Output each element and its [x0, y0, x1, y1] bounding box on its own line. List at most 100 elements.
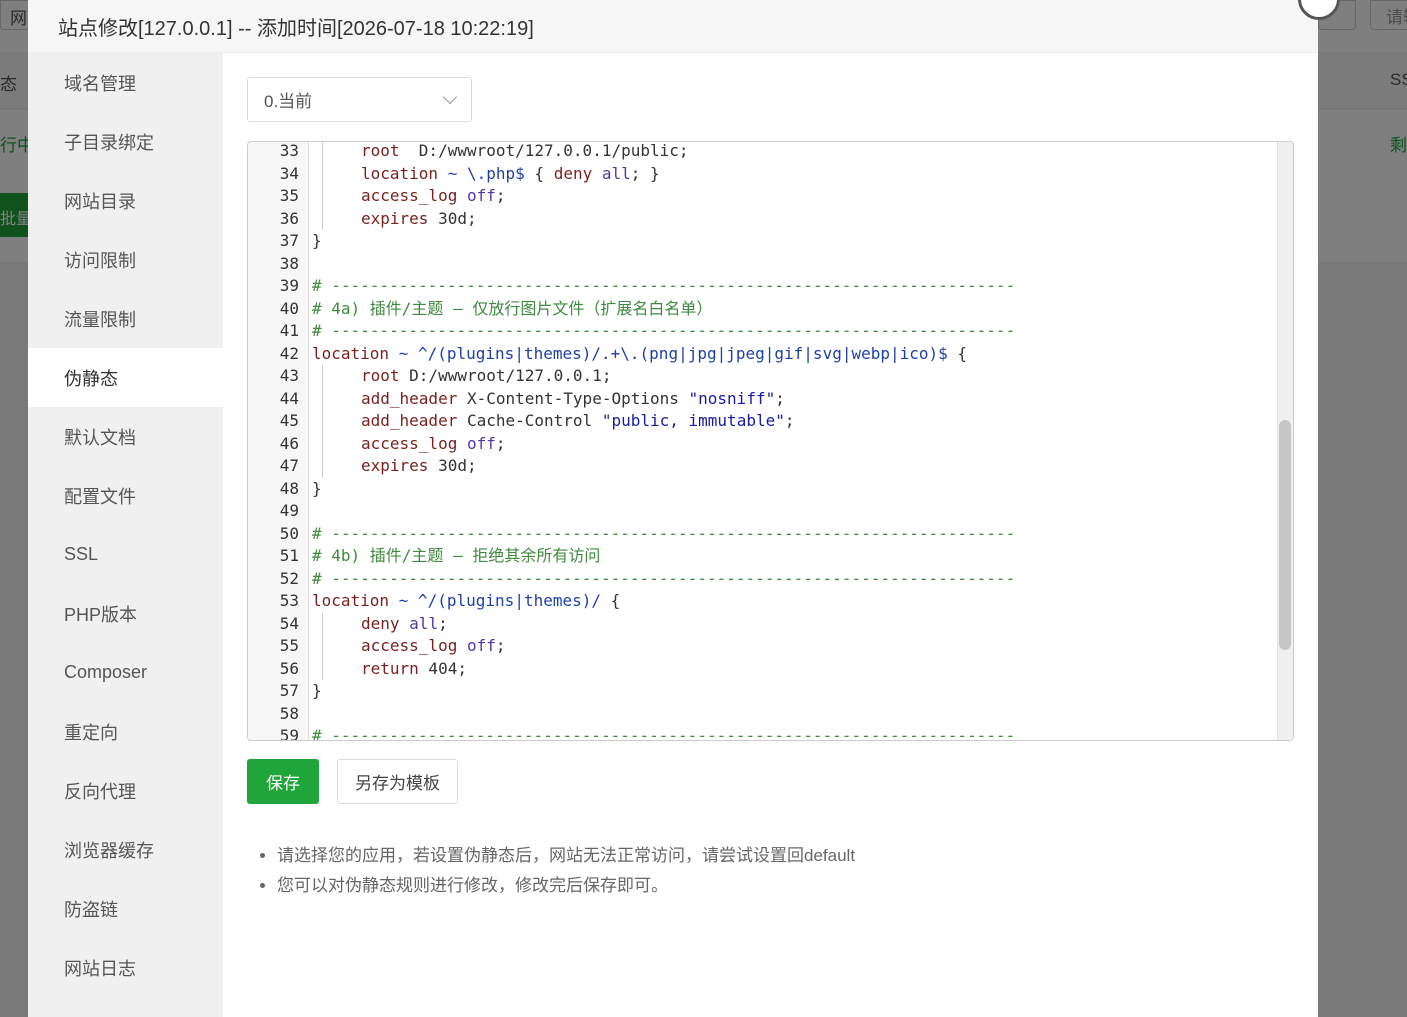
- code-token: {: [601, 591, 621, 610]
- code-token: ;: [495, 433, 506, 453]
- sidebar-item[interactable]: PHP版本: [28, 584, 223, 643]
- editor-actions: 保存 另存为模板: [247, 759, 1294, 804]
- sidebar-item[interactable]: 网站日志: [28, 938, 223, 997]
- code-token: Cache-Control: [457, 411, 602, 430]
- line-number: 36: [279, 208, 299, 228]
- code-text: access_log off;: [312, 635, 506, 658]
- code-token: off: [466, 186, 496, 205]
- code-line: 53 location ~ ^/(plugins|themes)/ {: [248, 590, 1277, 613]
- code-token: \.php$: [466, 163, 525, 183]
- code-text: deny all;: [312, 612, 448, 635]
- code-line: 33 root D:/wwwroot/127.0.0.1/public;: [248, 141, 1277, 163]
- code-token: expires: [361, 456, 429, 475]
- line-number: 42: [279, 343, 299, 363]
- line-number: 55: [279, 636, 299, 655]
- sidebar-item[interactable]: 域名管理: [28, 53, 223, 112]
- code-token: {: [524, 163, 554, 183]
- code-token: # --------------------------------------…: [312, 568, 1016, 588]
- code-token: # --------------------------------------…: [312, 276, 1016, 295]
- line-number: 33: [279, 141, 299, 160]
- code-text: add_header Cache-Control "public, immuta…: [312, 410, 795, 433]
- sidebar-item[interactable]: 访问限制: [28, 230, 223, 289]
- code-token: off: [466, 433, 496, 453]
- code-line: 48}: [248, 478, 1277, 501]
- code-token: deny: [361, 613, 400, 633]
- line-number: 53: [279, 591, 299, 610]
- sidebar-item[interactable]: 配置文件: [28, 466, 223, 525]
- save-as-template-button[interactable]: 另存为模板: [337, 759, 458, 804]
- sidebar-item[interactable]: 流量限制: [28, 289, 223, 348]
- indent-guide: [322, 455, 361, 478]
- tips-list: 请选择您的应用，若设置伪静态后，网站无法正常访问，请尝试设置回default 您…: [247, 841, 1294, 901]
- rewrite-version-select[interactable]: 0.当前: [247, 77, 472, 122]
- code-token: root: [361, 141, 400, 160]
- line-number: 57: [279, 681, 299, 700]
- line-number: 51: [279, 546, 299, 565]
- sidebar-item[interactable]: 伪静态: [28, 348, 223, 407]
- indent-guide: [322, 635, 361, 658]
- rewrite-code-editor[interactable]: 33 root D:/wwwroot/127.0.0.1/public; 34 loc…: [247, 141, 1294, 741]
- code-token: {: [947, 343, 968, 363]
- indent-guide: [322, 142, 361, 163]
- code-token: ~: [447, 163, 458, 183]
- code-text: # 4a) 插件/主题 — 仅放行图片文件（扩展名白名单）: [312, 298, 712, 321]
- line-number: 46: [279, 433, 299, 453]
- sidebar-item[interactable]: 重定向: [28, 702, 223, 761]
- code-token: ^/(plugins|themes)/.+\.(png|jpg|jpeg|gif…: [417, 343, 948, 363]
- line-number: 44: [279, 388, 299, 408]
- scrollbar-thumb[interactable]: [1279, 420, 1291, 650]
- sidebar-item[interactable]: Composer: [28, 643, 223, 702]
- editor-scrollbar[interactable]: [1277, 142, 1293, 740]
- code-line: 41 # ------------------------------------…: [248, 320, 1277, 343]
- code-token: ;: [495, 636, 506, 655]
- save-button[interactable]: 保存: [247, 759, 319, 804]
- code-text: location ~ ^/(plugins|themes)/ {: [312, 590, 620, 613]
- code-line: 40 # 4a) 插件/主题 — 仅放行图片文件（扩展名白名单）: [248, 298, 1277, 321]
- line-number: 52: [279, 568, 299, 588]
- code-token: ;: [438, 613, 448, 633]
- code-line: 45 add_header Cache-Control "public, immu…: [248, 410, 1277, 433]
- code-line: 52 # ------------------------------------…: [248, 568, 1277, 591]
- code-token: ;: [775, 388, 785, 408]
- code-line: 47 expires 30d;: [248, 455, 1277, 478]
- code-line: 57}: [248, 680, 1277, 703]
- line-number: 41: [279, 321, 299, 340]
- indent-guide: [322, 162, 361, 185]
- code-token: }: [312, 231, 322, 250]
- code-text: # --------------------------------------…: [312, 725, 1015, 740]
- code-token: deny: [553, 163, 593, 183]
- code-token: # 4b) 插件/主题 — 拒绝其余所有访问: [312, 546, 601, 565]
- code-token: }: [312, 478, 322, 498]
- code-token: "nosniff": [688, 388, 776, 408]
- site-edit-dialog: 站点修改[127.0.0.1] -- 添加时间[2026-07-18 10:22…: [28, 0, 1340, 1017]
- indent-guide: [322, 657, 361, 680]
- code-line: 43 root D:/wwwroot/127.0.0.1;: [248, 365, 1277, 388]
- code-text: # --------------------------------------…: [312, 275, 1015, 298]
- sidebar-item[interactable]: 防盗链: [28, 879, 223, 938]
- code-text: expires 30d;: [312, 207, 477, 230]
- sidebar-item[interactable]: 反向代理: [28, 761, 223, 820]
- code-line: 46 access_log off;: [248, 432, 1277, 455]
- line-number: 39: [279, 276, 299, 295]
- sidebar-item[interactable]: 默认文档: [28, 407, 223, 466]
- code-token: add_header: [361, 388, 458, 408]
- line-number: 35: [279, 186, 299, 205]
- sidebar-item[interactable]: 子目录绑定: [28, 112, 223, 171]
- code-token: ~: [398, 591, 409, 610]
- sidebar-item[interactable]: 浏览器缓存: [28, 820, 223, 879]
- sidebar-item[interactable]: SSL: [28, 525, 223, 584]
- sidebar-item[interactable]: 网站目录: [28, 171, 223, 230]
- line-number: 40: [279, 298, 299, 318]
- code-token: add_header: [361, 411, 458, 430]
- code-line: 54 deny all;: [248, 612, 1277, 635]
- code-text: location ~ ^/(plugins|themes)/.+\.(png|j…: [312, 343, 967, 366]
- settings-sidebar: 域名管理 子目录绑定 网站目录 访问限制 流量限制 伪静态 默认文档 配置文件 SSL PHP版本…: [28, 53, 223, 1017]
- code-token: }: [312, 681, 322, 700]
- tip-item: 请选择您的应用，若设置伪静态后，网站无法正常访问，请尝试设置回default: [277, 841, 1294, 871]
- code-text: }: [312, 478, 322, 501]
- code-text: add_header X-Content-Type-Options "nosni…: [312, 387, 785, 410]
